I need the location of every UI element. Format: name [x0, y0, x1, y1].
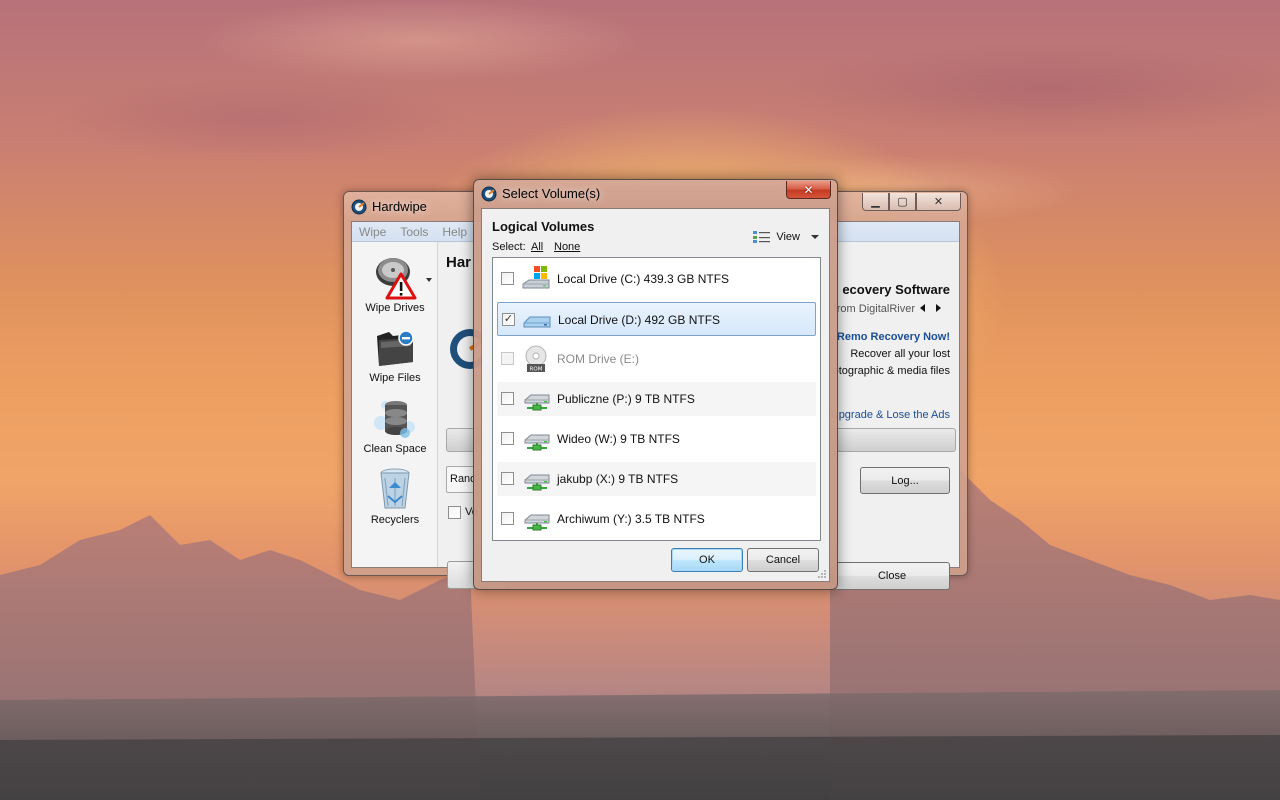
volume-row-e: ROM ROM Drive (E:) — [497, 342, 816, 376]
view-dropdown[interactable]: View — [753, 231, 819, 243]
volume-label: Local Drive (D:) 492 GB NTFS — [558, 313, 721, 327]
select-all-link[interactable]: All — [531, 241, 543, 253]
ad-text-line: otographic & media files — [832, 365, 950, 377]
volume-checkbox — [501, 352, 514, 365]
select-label: Select: — [492, 241, 526, 253]
maximize-icon: ▢ — [897, 196, 908, 208]
window-title: Hardwipe — [372, 199, 427, 214]
close-icon: ✕ — [803, 182, 814, 197]
caption-buttons: ▁ ▢ ✕ — [862, 193, 961, 211]
volume-row-y[interactable]: Archiwum (Y:) 3.5 TB NTFS — [497, 502, 816, 536]
volume-list[interactable]: Local Drive (C:) 439.3 GB NTFS ✓ Local D… — [492, 257, 821, 541]
ok-button[interactable]: OK — [671, 548, 743, 572]
volume-row-x[interactable]: jakubp (X:) 9 TB NTFS — [497, 462, 816, 496]
volume-checkbox[interactable] — [501, 272, 514, 285]
sidebar-item-label: Wipe Files — [369, 372, 421, 384]
ad-text-line: Recover all your lost — [850, 348, 950, 360]
volume-label: Local Drive (C:) 439.3 GB NTFS — [557, 272, 730, 286]
minimize-button[interactable]: ▁ — [862, 193, 889, 211]
ad-title: ecovery Software — [842, 282, 950, 297]
chevron-down-icon[interactable] — [426, 278, 432, 282]
volume-label: jakubp (X:) 9 TB NTFS — [557, 472, 679, 486]
network-drive-icon — [524, 394, 550, 411]
cancel-button[interactable]: Cancel — [747, 548, 819, 572]
sidebar-item-label: Clean Space — [363, 443, 427, 455]
sidebar-item-wipe-files[interactable]: Wipe Files — [352, 322, 438, 384]
close-icon: ✕ — [933, 196, 944, 208]
volume-row-p[interactable]: Publiczne (P:) 9 TB NTFS — [497, 382, 816, 416]
network-drive-icon — [524, 514, 550, 531]
ad-subtitle: from DigitalRiver — [833, 303, 915, 315]
resize-grip-icon[interactable] — [817, 569, 827, 579]
volume-label: ROM Drive (E:) — [557, 352, 639, 366]
select-volumes-dialog[interactable]: Select Volume(s) ✕ Logical Volumes Selec… — [473, 179, 838, 590]
volume-checkbox[interactable] — [501, 512, 514, 525]
network-drive-icon — [524, 474, 550, 491]
sidebar-item-clean-space[interactable]: Clean Space — [352, 393, 438, 455]
chevron-down-icon — [811, 235, 819, 239]
sidebar-item-recyclers[interactable]: Recyclers — [352, 464, 438, 526]
maximize-button[interactable]: ▢ — [889, 193, 916, 211]
volume-label: Archiwum (Y:) 3.5 TB NTFS — [557, 512, 705, 526]
verify-checkbox[interactable] — [448, 506, 461, 519]
menu-tools[interactable]: Tools — [400, 225, 428, 239]
select-none-link[interactable]: None — [554, 241, 580, 253]
dialog-close-button[interactable]: ✕ — [786, 181, 831, 199]
volume-label: Publiczne (P:) 9 TB NTFS — [557, 392, 695, 406]
menu-wipe[interactable]: Wipe — [359, 225, 386, 239]
folder-delete-icon — [377, 330, 414, 366]
dialog-title: Select Volume(s) — [502, 186, 601, 201]
rom-drive-icon: ROM — [525, 345, 547, 373]
window-close-button[interactable]: ✕ — [916, 193, 961, 211]
sidebar-item-label: Recyclers — [370, 514, 420, 526]
local-drive-icon — [523, 316, 551, 328]
ad-next-icon[interactable] — [936, 304, 941, 312]
sidebar-item-label: Wipe Drives — [365, 302, 425, 314]
hard-drive-warning-icon — [376, 258, 417, 300]
minimize-icon: ▁ — [871, 196, 880, 208]
close-button[interactable]: Close — [834, 562, 950, 590]
system-drive-icon — [522, 266, 550, 289]
dialog-client-area: Logical Volumes Select: All None View Lo… — [481, 208, 830, 582]
volume-checkbox[interactable]: ✓ — [502, 313, 515, 326]
hardwipe-app-icon — [351, 199, 367, 215]
volume-row-d[interactable]: ✓ Local Drive (D:) 492 GB NTFS — [497, 302, 816, 336]
ad-link[interactable]: Remo Recovery Now! — [837, 331, 950, 343]
volume-row-w[interactable]: Wideo (W:) 9 TB NTFS — [497, 422, 816, 456]
upgrade-link[interactable]: Upgrade & Lose the Ads — [831, 409, 950, 421]
svg-text:ROM: ROM — [530, 367, 543, 373]
sidebar: Wipe Drives Wipe Files Clean Space Recyc… — [352, 242, 438, 567]
database-clean-icon — [374, 401, 415, 438]
recycle-bin-icon — [380, 468, 410, 509]
hardwipe-app-icon — [481, 186, 497, 202]
section-heading: Logical Volumes — [492, 219, 595, 234]
volume-row-c[interactable]: Local Drive (C:) 439.3 GB NTFS — [497, 262, 816, 296]
volume-checkbox[interactable] — [501, 432, 514, 445]
network-drive-icon — [524, 434, 550, 451]
volume-checkbox[interactable] — [501, 392, 514, 405]
page-title: Har — [446, 254, 472, 271]
menu-help[interactable]: Help — [442, 225, 467, 239]
sidebar-item-wipe-drives[interactable]: Wipe Drives — [352, 252, 438, 314]
volume-label: Wideo (W:) 9 TB NTFS — [557, 432, 680, 446]
ad-previous-icon[interactable] — [920, 304, 925, 312]
volume-checkbox[interactable] — [501, 472, 514, 485]
view-list-icon — [753, 231, 771, 243]
log-button[interactable]: Log... — [860, 467, 950, 494]
view-label: View — [776, 231, 800, 243]
